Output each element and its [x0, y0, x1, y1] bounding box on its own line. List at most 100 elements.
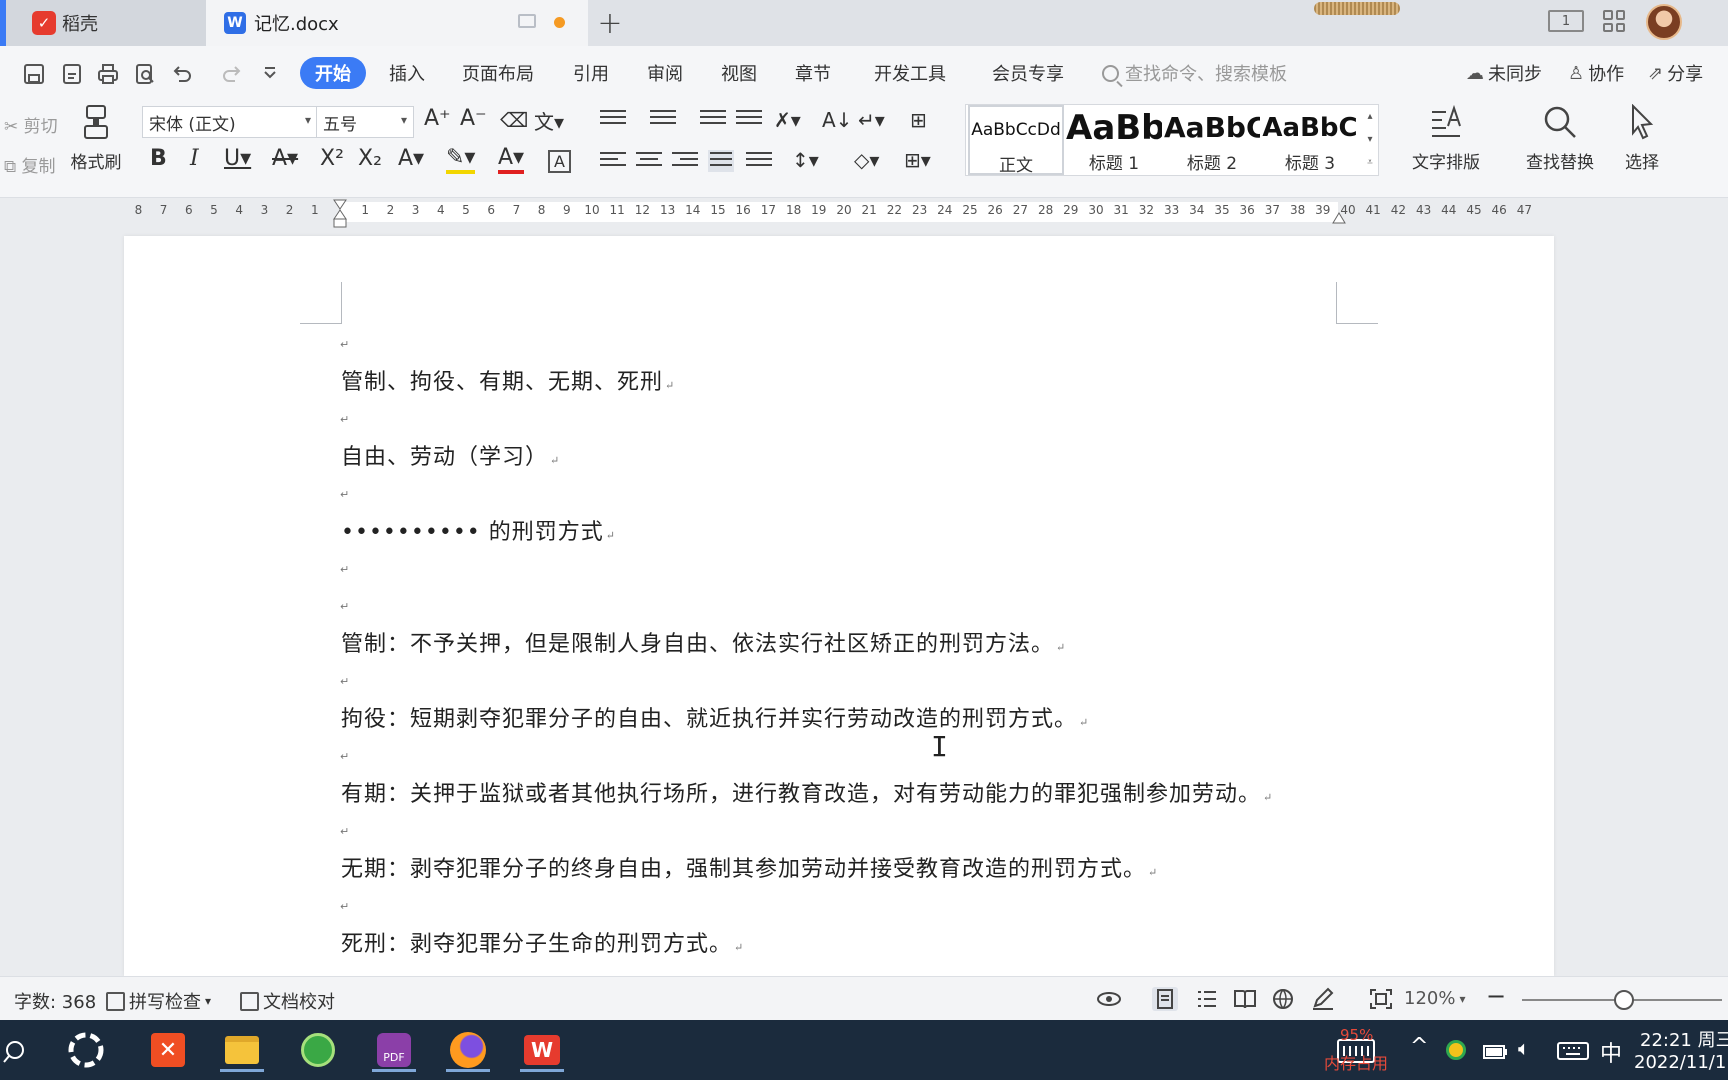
distribute-icon[interactable] [746, 152, 772, 174]
search-icon[interactable] [2, 1040, 28, 1066]
align-right-icon[interactable] [672, 152, 698, 174]
clock-date[interactable]: 2022/11/1 [1634, 1052, 1726, 1073]
eye-protect-icon[interactable] [1096, 987, 1122, 1011]
font-name-select[interactable]: 宋体 (正文) [142, 106, 318, 138]
doc-line-1[interactable]: 管制、拘役、有期、无期、死刑 ↵ [341, 364, 675, 396]
chinese-layout-icon[interactable]: ✗▾ [774, 108, 801, 132]
format-painter-button[interactable]: 格式刷 [66, 104, 126, 173]
menu-references[interactable]: 引用 [573, 57, 609, 89]
clear-format-icon[interactable]: ⌫ [500, 108, 528, 132]
grow-font-icon[interactable]: A⁺ [424, 106, 451, 131]
tab-document[interactable]: W 记忆.docx [206, 0, 588, 46]
doc-line-8[interactable]: 死刑：剥夺犯罪分子生命的刑罚方式。 ↵ [341, 926, 744, 958]
window-layout-icon[interactable]: 1 [1548, 10, 1584, 32]
tab-docer-home[interactable]: ✓ 稻壳 [0, 0, 206, 46]
doc-proof-button[interactable]: 文档校对 [240, 988, 335, 1014]
shading-icon[interactable]: ◇▾ [854, 148, 879, 172]
style-heading-1[interactable]: AaBb 标题 1 [1066, 105, 1162, 175]
style-heading-2[interactable]: AaBbC 标题 2 [1164, 105, 1260, 175]
shrink-font-icon[interactable]: A⁻ [460, 106, 487, 131]
menu-insert[interactable]: 插入 [389, 57, 425, 89]
zoom-out-button[interactable]: − [1486, 982, 1506, 1010]
export-pdf-icon[interactable] [60, 62, 84, 86]
text-effect-icon[interactable]: A▾ [398, 146, 424, 171]
word-count[interactable]: 字数: 368 [14, 988, 96, 1014]
keyboard-icon[interactable] [1556, 1040, 1590, 1062]
highlight-icon[interactable]: ✎▾ [446, 146, 476, 174]
sync-button[interactable]: ☁ 未同步 [1466, 60, 1542, 86]
doc-line-4[interactable]: 管制：不予关押，但是限制人身自由、依法实行社区矫正的刑罚方法。 ↵ [341, 626, 1066, 658]
style-heading-3[interactable]: AaBbC 标题 3 [1262, 105, 1358, 175]
taskbar-app-green-globe-icon[interactable] [296, 1028, 340, 1072]
taskbar-app-red-icon[interactable]: ✕ [146, 1028, 190, 1072]
decrease-indent-icon[interactable] [700, 110, 726, 132]
menu-chapter[interactable]: 章节 [795, 57, 831, 89]
save-icon[interactable] [22, 62, 46, 86]
find-replace-button[interactable]: 查找替换 [1512, 104, 1608, 173]
doc-line-6[interactable]: 有期：关押于监狱或者其他执行场所，进行教育改造，对有劳动能力的罪犯强制参加劳动。… [341, 776, 1273, 808]
redo-icon[interactable] [220, 62, 244, 86]
align-left-icon[interactable] [600, 152, 626, 174]
menu-review[interactable]: 审阅 [647, 57, 683, 89]
cut-button[interactable]: ✂ 剪切 [4, 112, 58, 137]
document-page[interactable]: ↵ 管制、拘役、有期、无期、死刑 ↵ ↵ 自由、劳动（学习） ↵ ↵ •••••••… [124, 236, 1554, 976]
doc-line-7[interactable]: 无期：剥夺犯罪分子的终身自由，强制其参加劳动并接受教育改造的刑罚方式。 ↵ [341, 851, 1158, 883]
zoom-select[interactable]: 120% ▾ [1404, 988, 1466, 1009]
taskbar-app-pinwheel-icon[interactable] [64, 1028, 108, 1072]
justify-icon[interactable] [708, 150, 734, 172]
page-view-icon[interactable] [1152, 987, 1178, 1011]
bold-icon[interactable]: B [150, 146, 167, 171]
undo-icon[interactable] [170, 62, 194, 86]
align-center-icon[interactable] [636, 152, 662, 174]
zoom-slider-handle[interactable] [1614, 990, 1634, 1010]
taskbar-wps-icon[interactable]: W [520, 1028, 564, 1072]
clock-time[interactable]: 22:21 周三 [1640, 1026, 1728, 1052]
print-icon[interactable] [96, 62, 120, 86]
reading-view-icon[interactable] [1232, 987, 1258, 1011]
select-button[interactable]: 选择 [1614, 104, 1670, 173]
menu-member[interactable]: 会员专享 [992, 57, 1064, 89]
print-preview-icon[interactable] [133, 62, 157, 86]
taskbar-file-explorer-icon[interactable] [220, 1028, 264, 1072]
bullet-list-icon[interactable] [600, 110, 626, 132]
font-color-icon[interactable]: A▾ [498, 146, 525, 174]
new-tab-button[interactable]: + [596, 0, 624, 46]
show-marks-icon[interactable]: ↵▾ [858, 108, 885, 132]
share-button[interactable]: ⇗ 分享 [1648, 60, 1703, 86]
monitor-icon[interactable] [518, 14, 536, 28]
fit-page-icon[interactable] [1368, 987, 1394, 1011]
taskbar-pdf-app-icon[interactable]: PDF [372, 1028, 416, 1072]
indent-marker-icon[interactable] [333, 199, 347, 229]
underline-icon[interactable]: U▾ [224, 146, 251, 171]
customize-toolbar-icon[interactable] [258, 62, 282, 86]
menu-developer[interactable]: 开发工具 [874, 57, 946, 89]
strikethrough-icon[interactable]: A▾ [272, 146, 298, 171]
superscript-icon[interactable]: X² [320, 146, 344, 171]
ime-indicator[interactable]: 中 [1600, 1036, 1622, 1068]
window-drag-handle[interactable] [1314, 2, 1400, 15]
copy-button[interactable]: ⧉ 复制 [4, 152, 56, 177]
tab-stop-icon[interactable]: ⊞ [910, 108, 927, 132]
doc-line-5[interactable]: 拘役：短期剥夺犯罪分子的自由、就近执行并实行劳动改造的刑罚方式。 ↵ [341, 701, 1089, 733]
increase-indent-icon[interactable] [736, 110, 762, 132]
outline-view-icon[interactable] [1194, 987, 1220, 1011]
menu-view[interactable]: 视图 [721, 57, 757, 89]
gallery-scroll[interactable]: ▴ ▾ ⩡ [1362, 105, 1378, 175]
italic-icon[interactable]: I [190, 146, 199, 171]
phonetic-guide-icon[interactable]: 文▾ [534, 106, 564, 135]
collab-button[interactable]: ♙ 协作 [1568, 60, 1624, 86]
menu-page-layout[interactable]: 页面布局 [462, 57, 534, 89]
tray-expand-icon[interactable]: ^ [1410, 1034, 1428, 1059]
text-layout-button[interactable]: 文字排版 [1398, 104, 1494, 173]
sort-icon[interactable]: A↓ [822, 108, 852, 132]
doc-line-3[interactable]: •••••••••• 的刑罚方式 ↵ [341, 514, 616, 546]
battery-icon[interactable] [1482, 1040, 1508, 1060]
web-view-icon[interactable] [1270, 987, 1296, 1011]
volume-icon[interactable]: 🔈︎ [1518, 1036, 1530, 1060]
write-mode-icon[interactable] [1310, 987, 1336, 1011]
font-size-select[interactable]: 五号 [316, 106, 414, 138]
command-search[interactable]: 查找命令、搜索模板 [1102, 58, 1287, 88]
right-indent-marker-icon[interactable] [1332, 210, 1346, 224]
horizontal-ruler[interactable]: 8 7 6 5 4 3 2 1 1 2 3 4 5 6 7 8 9 10 11 12 13 14 15 16 17 18 19 20 2… [0, 198, 1728, 226]
borders-icon[interactable]: ⊞▾ [904, 148, 931, 172]
